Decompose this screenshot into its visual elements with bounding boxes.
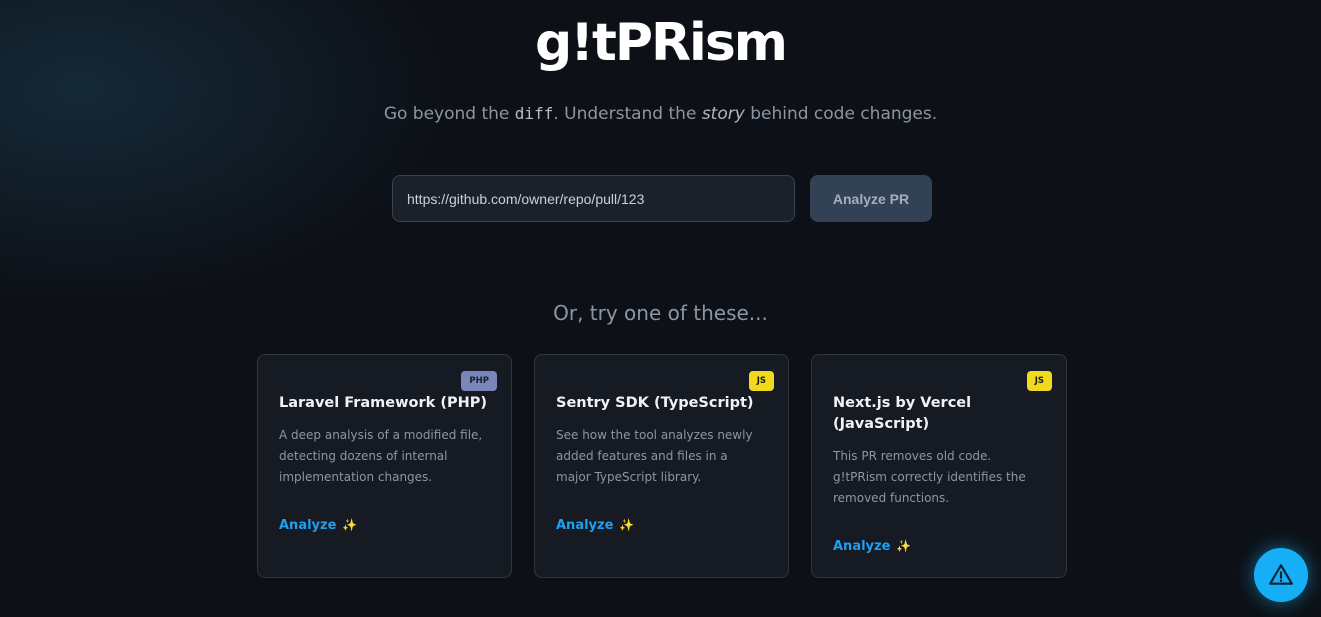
card-title: Laravel Framework (PHP)	[279, 395, 487, 411]
language-badge: JS	[748, 371, 774, 391]
card-description: A deep analysis of a modified file, dete…	[279, 428, 483, 484]
tagline-middle: . Understand the	[553, 104, 702, 124]
card-description: This PR removes old code. g!tPRism corre…	[833, 449, 1026, 505]
example-card-nextjs[interactable]: JS Next.js by Vercel (JavaScript) This P…	[811, 354, 1067, 578]
example-card-laravel[interactable]: PHP Laravel Framework (PHP) A deep analy…	[257, 354, 512, 578]
sparkle-icon: ✨	[619, 518, 635, 532]
pr-url-input[interactable]	[392, 175, 795, 222]
analyze-link-label: Analyze	[279, 518, 337, 533]
examples-heading: Or, try one of these...	[553, 301, 768, 325]
report-issue-button[interactable]	[1254, 548, 1308, 602]
analyze-link-label: Analyze	[833, 539, 891, 554]
language-badge: JS	[1026, 371, 1052, 391]
example-card-sentry[interactable]: JS Sentry SDK (TypeScript) See how the t…	[534, 354, 789, 578]
tagline-suffix: behind code changes.	[744, 104, 938, 124]
tagline-code: diff	[514, 104, 554, 123]
app-title: g!tPRism	[535, 13, 788, 73]
card-description: See how the tool analyzes newly added fe…	[556, 428, 753, 484]
analyze-link[interactable]: Analyze ✨	[833, 539, 911, 554]
analyze-link[interactable]: Analyze ✨	[279, 518, 357, 533]
card-title: Next.js by Vercel (JavaScript)	[833, 395, 972, 432]
search-row: Analyze PR	[392, 175, 932, 222]
card-title: Sentry SDK (TypeScript)	[556, 395, 754, 411]
tagline: Go beyond the diff. Understand the story…	[0, 102, 1321, 126]
warning-triangle-icon	[1269, 564, 1293, 585]
analyze-pr-button[interactable]: Analyze PR	[810, 175, 932, 222]
analyze-link-label: Analyze	[556, 518, 614, 533]
language-badge: PHP	[461, 371, 497, 391]
sparkle-icon: ✨	[342, 518, 358, 532]
tagline-prefix: Go beyond the	[383, 104, 515, 124]
sparkle-icon: ✨	[896, 539, 912, 553]
tagline-emphasis: story	[701, 104, 745, 124]
analyze-link[interactable]: Analyze ✨	[556, 518, 634, 533]
